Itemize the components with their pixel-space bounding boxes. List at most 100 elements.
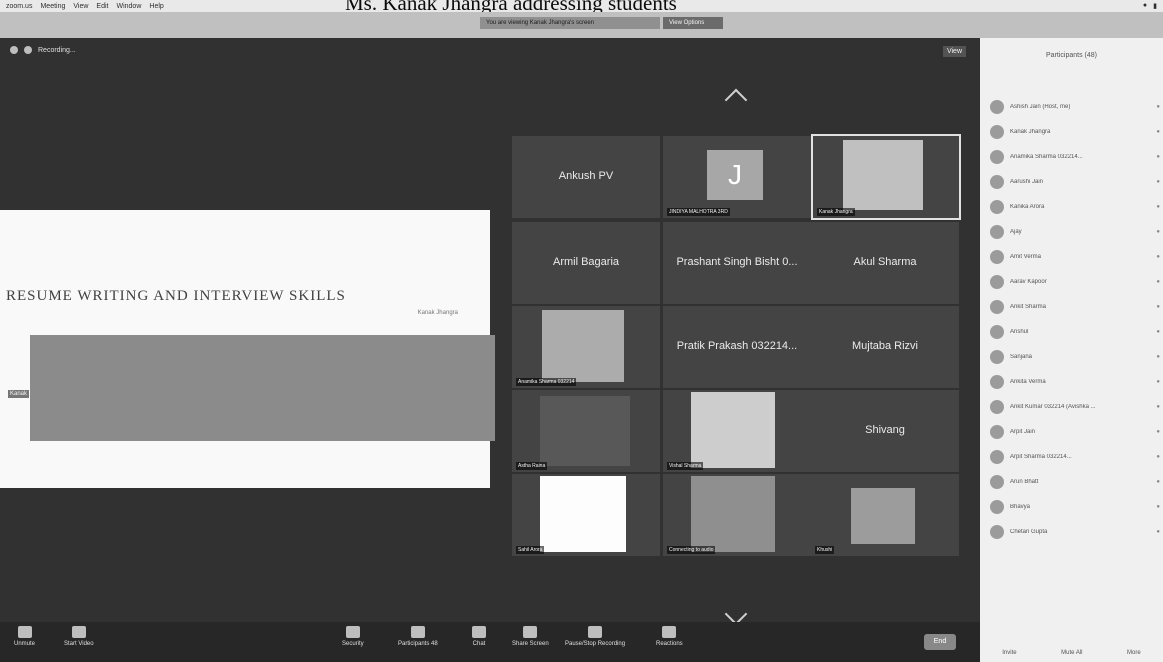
participant-row-name: Arpit Jain bbox=[1010, 429, 1036, 435]
security-button[interactable]: Security bbox=[342, 626, 364, 647]
microphone-icon bbox=[17, 626, 32, 638]
participants-count: 48 bbox=[431, 641, 438, 647]
video-feed bbox=[691, 392, 775, 468]
status-icons: ● ▮ bbox=[1143, 2, 1157, 10]
avatar bbox=[990, 275, 1004, 289]
video-tile[interactable]: Ankush PV bbox=[512, 136, 660, 218]
participant-row[interactable]: Kanika Arora ● bbox=[990, 198, 1160, 216]
participant-row[interactable]: Arpit Sharma 032214... ● bbox=[990, 448, 1160, 466]
end-button[interactable]: End bbox=[924, 634, 956, 650]
participant-row-name: Kanak Jhangra bbox=[1010, 129, 1051, 135]
video-tile[interactable]: Vishal Sharma bbox=[663, 390, 811, 472]
start-video-button[interactable]: Start Video bbox=[64, 626, 94, 647]
participant-row[interactable]: Ankit Kumar 032214 (Avishka ... ● bbox=[990, 398, 1160, 416]
share-screen-button[interactable]: Share Screen bbox=[512, 626, 549, 647]
video-tile[interactable]: Anamika Sharma 032214 bbox=[512, 306, 660, 388]
avatar bbox=[990, 525, 1004, 539]
reactions-button[interactable]: Reactions bbox=[656, 626, 683, 647]
participant-row[interactable]: Anshul ● bbox=[990, 323, 1160, 341]
participant-row[interactable]: Ankit Sharma ● bbox=[990, 298, 1160, 316]
mic-muted-icon: ● bbox=[1156, 529, 1160, 535]
participant-row-name: Ankit Sharma bbox=[1010, 304, 1047, 310]
participant-row-name: Chetan Gupta bbox=[1010, 529, 1048, 535]
menu-help[interactable]: Help bbox=[149, 3, 163, 10]
participant-row-name: Aarav Kapoor bbox=[1010, 279, 1047, 285]
invite-button[interactable]: Invite bbox=[1002, 650, 1016, 656]
participant-row[interactable]: Chetan Gupta ● bbox=[990, 523, 1160, 541]
participant-label: JINDIYA MALHOTRA 3RD bbox=[667, 208, 730, 216]
participant-row[interactable]: Aarav Kapoor ● bbox=[990, 273, 1160, 291]
participant-name: Akul Sharma bbox=[853, 256, 917, 268]
participant-label: Khushi bbox=[815, 546, 835, 554]
participant-row-name: Arpit Sharma 032214... bbox=[1010, 454, 1072, 460]
recording-control-button[interactable]: Pause/Stop Recording bbox=[565, 626, 625, 647]
video-tile[interactable]: Sahil Arora bbox=[512, 474, 660, 556]
participants-button[interactable]: Participants 48 bbox=[398, 626, 438, 647]
menu-window[interactable]: Window bbox=[116, 3, 141, 10]
avatar bbox=[990, 500, 1004, 514]
view-options-button[interactable]: View Options bbox=[663, 17, 723, 29]
share-screen-icon bbox=[523, 626, 538, 638]
mic-muted-icon: ● bbox=[1156, 154, 1160, 160]
participants-panel: Participants (48) Ashish Jain (Host, me)… bbox=[980, 38, 1163, 662]
video-tile[interactable]: Kanak Jhangra bbox=[811, 134, 961, 220]
participant-row[interactable]: Ashish Jain (Host, me) ● bbox=[990, 98, 1160, 116]
chat-button[interactable]: Chat bbox=[472, 626, 486, 647]
recording-indicator: Recording... bbox=[10, 46, 76, 54]
video-tile[interactable]: Prashant Singh Bisht 0... bbox=[663, 222, 811, 304]
participant-row[interactable]: Arun Bhatt ● bbox=[990, 473, 1160, 491]
avatar bbox=[990, 200, 1004, 214]
battery-icon: ▮ bbox=[1153, 3, 1157, 10]
participant-row[interactable]: Ankita Verma ● bbox=[990, 373, 1160, 391]
chevron-up-icon[interactable] bbox=[724, 88, 748, 112]
participant-row[interactable]: Anamika Sharma 032214... ● bbox=[990, 148, 1160, 166]
avatar bbox=[990, 300, 1004, 314]
participant-name: Armil Bagaria bbox=[552, 256, 620, 268]
unmute-button[interactable]: Unmute bbox=[14, 626, 35, 647]
mic-muted-icon: ● bbox=[1156, 404, 1160, 410]
mic-muted-icon: ● bbox=[1156, 329, 1160, 335]
shield-icon bbox=[10, 46, 18, 54]
video-tile[interactable]: Mujtaba Rizvi bbox=[811, 306, 959, 388]
avatar: J bbox=[707, 150, 763, 200]
video-tile[interactable]: Armil Bagaria bbox=[512, 222, 660, 304]
menu-meeting[interactable]: Meeting bbox=[40, 3, 65, 10]
participant-row-name: Amit Verma bbox=[1010, 254, 1042, 260]
video-tile[interactable]: J JINDIYA MALHOTRA 3RD bbox=[663, 136, 811, 218]
avatar bbox=[990, 475, 1004, 489]
wifi-icon: ● bbox=[1142, 2, 1148, 9]
more-button[interactable]: More bbox=[1127, 650, 1141, 656]
view-button[interactable]: View bbox=[942, 46, 966, 57]
avatar bbox=[990, 350, 1004, 364]
video-tile[interactable]: Astha Raina bbox=[512, 390, 660, 472]
smiley-icon bbox=[662, 626, 677, 638]
mic-muted-icon: ● bbox=[1156, 504, 1160, 510]
mute-all-button[interactable]: Mute All bbox=[1061, 650, 1082, 656]
people-icon bbox=[410, 626, 425, 638]
presenter-tag: Kanak bbox=[8, 390, 30, 398]
participant-row[interactable]: Kanak Jhangra ● bbox=[990, 123, 1160, 141]
participant-row[interactable]: Aarushi Jain ● bbox=[990, 173, 1160, 191]
menu-zoom[interactable]: zoom.us bbox=[6, 3, 32, 10]
menu-view[interactable]: View bbox=[73, 3, 88, 10]
participant-row[interactable]: Amit Verma ● bbox=[990, 248, 1160, 266]
participant-row[interactable]: Arpit Jain ● bbox=[990, 423, 1160, 441]
video-tile[interactable]: Khushi bbox=[811, 474, 959, 556]
participant-row-name: Aarushi Jain bbox=[1010, 179, 1044, 185]
meeting-toolbar: Unmute Start Video Security Participants… bbox=[0, 622, 980, 662]
avatar bbox=[990, 250, 1004, 264]
video-tile[interactable]: Akul Sharma bbox=[811, 222, 959, 304]
menu-edit[interactable]: Edit bbox=[96, 3, 108, 10]
participant-row[interactable]: Sanjana ● bbox=[990, 348, 1160, 366]
participant-row[interactable]: Ajay ● bbox=[990, 223, 1160, 241]
video-tile[interactable]: Pratik Prakash 032214... bbox=[663, 306, 811, 388]
video-tile[interactable]: Connecting to audio bbox=[663, 474, 811, 556]
mic-muted-icon: ● bbox=[1156, 204, 1160, 210]
mic-muted-icon: ● bbox=[1156, 129, 1160, 135]
video-tile[interactable]: Shivang bbox=[811, 390, 959, 472]
participant-row-name: Arun Bhatt bbox=[1010, 479, 1039, 485]
security-label: Security bbox=[342, 641, 364, 647]
participant-row[interactable]: Bhavya ● bbox=[990, 498, 1160, 516]
participant-label: Sahil Arora bbox=[516, 546, 545, 554]
participant-row-name: Ajay bbox=[1010, 229, 1022, 235]
